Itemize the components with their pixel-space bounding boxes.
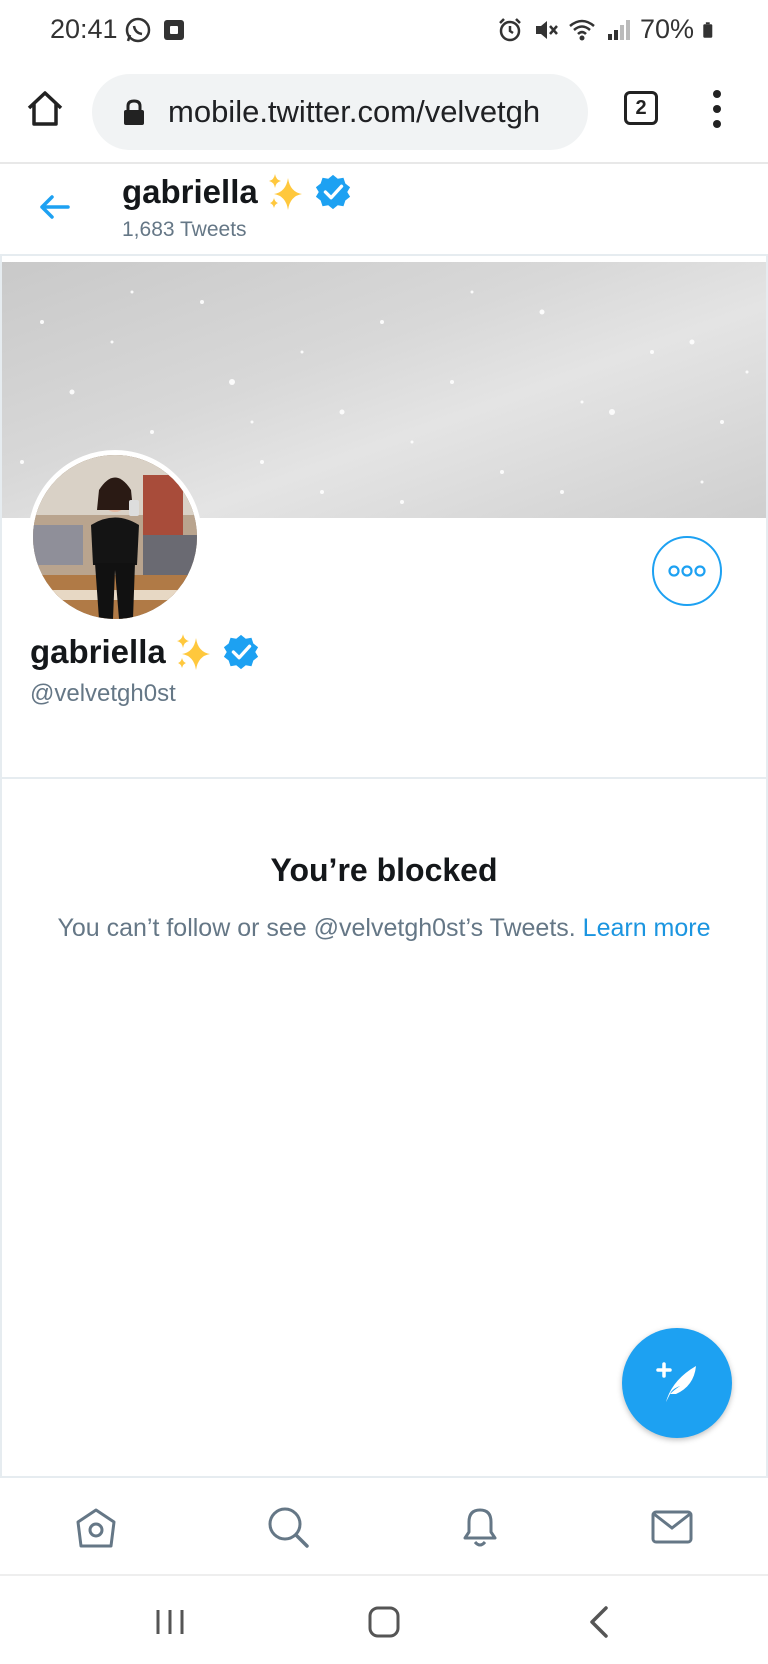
alarm-icon: [499, 17, 521, 41]
tweet-count: 1,683 Tweets: [122, 218, 247, 241]
lock-icon: [124, 99, 144, 125]
wifi-icon: [569, 19, 595, 40]
header-name: gabriella: [122, 173, 258, 210]
avatar-photo: [33, 455, 197, 619]
browser-menu-icon[interactable]: [704, 88, 730, 130]
learn-more-link[interactable]: Learn more: [583, 914, 711, 942]
recents-icon[interactable]: [152, 1604, 188, 1640]
verified-badge-icon: [315, 174, 350, 210]
app-notification-icon: [164, 20, 184, 40]
profile-handle: @velvetgh0st: [30, 680, 176, 707]
verified-badge-icon: [223, 634, 258, 670]
mute-icon: [535, 20, 558, 39]
status-right: 70%: [496, 14, 720, 45]
blocked-title: You’re blocked: [270, 852, 498, 888]
section-divider: [0, 777, 768, 779]
profile-avatar[interactable]: [28, 450, 202, 624]
messages-icon[interactable]: [649, 1504, 695, 1550]
more-dots-icon: [668, 565, 706, 577]
profile-name-row: gabriella: [30, 632, 260, 672]
battery-percent: 70%: [639, 14, 694, 44]
compose-feather-icon: [656, 1362, 696, 1402]
browser-home-icon[interactable]: [24, 88, 66, 130]
home-nav-icon[interactable]: [366, 1604, 402, 1640]
status-time: 20:41: [50, 14, 118, 44]
compose-tweet-button[interactable]: [622, 1328, 732, 1438]
status-bar: 20:41 70%: [0, 0, 768, 62]
more-options-button[interactable]: [652, 536, 722, 606]
blocked-message-row: You can’t follow or see @velvetgh0st’s T…: [0, 914, 768, 943]
battery-icon: [703, 21, 713, 38]
address-bar[interactable]: mobile.twitter.com/velvetgh: [92, 74, 588, 150]
search-icon[interactable]: [265, 1504, 311, 1550]
tab-switcher-button[interactable]: 2: [624, 91, 658, 125]
back-arrow-icon[interactable]: [36, 188, 74, 226]
url-text: mobile.twitter.com/velvetgh: [168, 94, 541, 129]
profile-header-bar: gabriella 1,683 Tweets: [0, 164, 768, 256]
browser-toolbar: mobile.twitter.com/velvetgh 2: [0, 62, 768, 164]
whatsapp-icon: [125, 17, 151, 43]
header-name-row: gabriella: [122, 172, 352, 212]
sparkles-icon: [176, 634, 210, 670]
blocked-message: You can’t follow or see @velvetgh0st’s T…: [57, 914, 576, 942]
android-nav-bar: [0, 1574, 768, 1664]
profile-name: gabriella: [30, 633, 166, 670]
sparkles-icon: [268, 174, 302, 210]
back-nav-icon[interactable]: [582, 1604, 618, 1640]
notifications-icon[interactable]: [457, 1504, 503, 1550]
home-icon[interactable]: [73, 1504, 119, 1550]
bottom-tab-bar: [0, 1476, 768, 1574]
signal-icon: [607, 19, 630, 40]
